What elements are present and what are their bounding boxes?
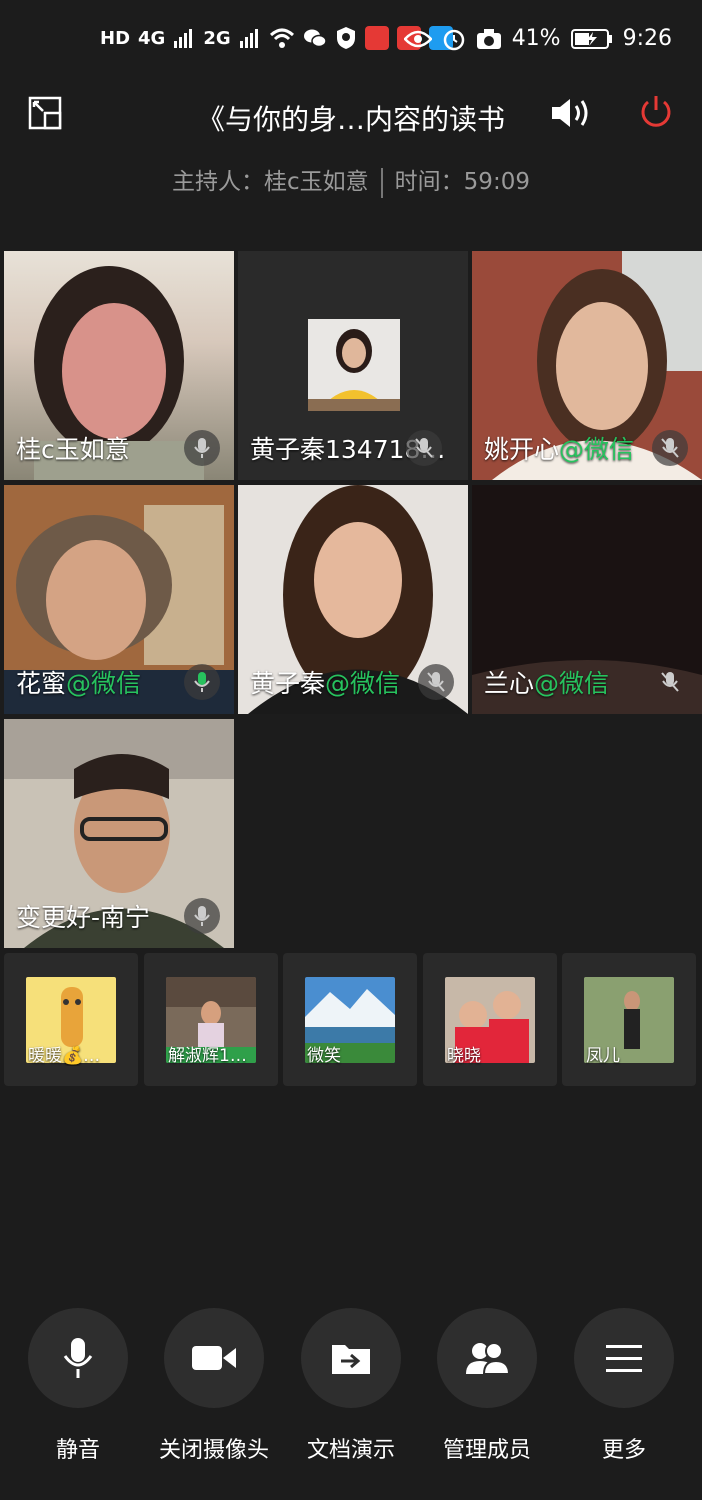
participant-thumbnail[interactable]: 凤儿 (562, 953, 696, 1086)
more-button-circle[interactable] (574, 1308, 674, 1408)
participant-tile[interactable]: 桂c玉如意 (4, 251, 234, 480)
signal-2g: 2G (203, 27, 231, 49)
participant-thumbnail[interactable]: 微笑 (283, 953, 417, 1086)
more-button[interactable]: 更多 (554, 1308, 694, 1464)
microphone-icon (63, 1338, 93, 1378)
eye-icon (403, 30, 432, 47)
meeting-timer: 时间：59:09 (394, 169, 530, 195)
microphone-muted-icon (652, 430, 688, 466)
share-document-icon (332, 1345, 370, 1374)
participant-name: 凤儿 (586, 1046, 620, 1066)
network-badge: HD (100, 27, 131, 49)
manage-members-button[interactable]: 管理成员 (417, 1308, 557, 1464)
meeting-controls: 静音 关闭摄像头 文档演示 管理成员 更多 (0, 1308, 702, 1468)
host-label: 主持人：桂c玉如意 (172, 169, 369, 195)
shield-icon (336, 27, 355, 49)
microphone-muted-icon (652, 664, 688, 700)
microphone-icon (184, 430, 220, 466)
participant-thumbnail[interactable]: 解淑辉1… (144, 953, 278, 1086)
signal-bars-icon (239, 29, 258, 48)
document-share-label: 文档演示 (306, 1438, 395, 1463)
red-app-icon (364, 26, 389, 50)
microphone-active-icon (184, 664, 220, 700)
participant-tile[interactable]: 黄子秦134718… (238, 251, 468, 480)
participant-name: 姚开心@微信 (484, 435, 635, 464)
mute-button-circle[interactable] (28, 1308, 128, 1408)
camera-icon (476, 28, 501, 49)
participant-tile[interactable]: 姚开心@微信 (472, 251, 702, 480)
wifi-icon (269, 28, 294, 48)
participant-tile[interactable]: 花蜜@微信 (4, 485, 234, 714)
meeting-top-bar: 《与你的身…内容的读书 (0, 88, 702, 148)
participant-name: 解淑辉1… (168, 1046, 247, 1066)
leave-meeting-power-icon[interactable] (638, 94, 674, 130)
participant-name: 黄子秦@微信 (250, 669, 401, 698)
participant-name: 变更好-南宁 (16, 903, 151, 932)
mute-button[interactable]: 静音 (8, 1308, 148, 1464)
document-share-button[interactable]: 文档演示 (281, 1308, 421, 1464)
stop-camera-button-circle[interactable] (164, 1308, 264, 1408)
microphone-muted-icon (418, 664, 454, 700)
participant-tile[interactable]: 变更好-南宁 (4, 719, 234, 948)
battery-percent: 41% (511, 26, 561, 51)
stop-camera-button[interactable]: 关闭摄像头 (144, 1308, 284, 1464)
participant-avatar (308, 319, 400, 411)
stop-camera-label: 关闭摄像头 (158, 1438, 269, 1463)
audio-participants-row: 暖暖💰… 解淑辉1… 微笑 晓晓 凤儿 (4, 953, 700, 1086)
clock-time: 9:26 (622, 26, 672, 51)
video-camera-icon (192, 1346, 236, 1370)
participant-name: 花蜜@微信 (16, 669, 142, 698)
menu-icon (606, 1345, 642, 1372)
signal-4g: 4G (138, 27, 166, 49)
participant-name: 桂c玉如意 (16, 435, 130, 464)
status-icons-right: 41% 9:26 (403, 26, 672, 51)
signal-bars-icon (174, 29, 193, 48)
microphone-muted-icon (406, 430, 442, 466)
more-label: 更多 (601, 1438, 646, 1463)
members-icon (466, 1342, 510, 1375)
participant-name: 暖暖💰… (28, 1046, 101, 1066)
status-icons-left: HD 4G 2G (100, 26, 453, 50)
mute-label: 静音 (55, 1438, 100, 1463)
participant-thumbnail[interactable]: 暖暖💰… (4, 953, 138, 1086)
wechat-icon (303, 29, 327, 48)
participant-thumbnail[interactable]: 晓晓 (423, 953, 557, 1086)
microphone-icon (184, 898, 220, 934)
document-share-button-circle[interactable] (301, 1308, 401, 1408)
manage-members-button-circle[interactable] (437, 1308, 537, 1408)
status-bar: HD 4G 2G 41% 9:26 (0, 0, 702, 80)
battery-charging-icon (570, 28, 612, 49)
meeting-info-line: 主持人：桂c玉如意 时间：59:09 (0, 162, 702, 198)
participant-tile[interactable]: 兰心@微信 (472, 485, 702, 714)
meeting-title: 《与你的身…内容的读书 (196, 103, 505, 136)
participant-name: 兰心@微信 (484, 669, 610, 698)
participant-name: 微笑 (307, 1046, 341, 1066)
participant-name: 晓晓 (447, 1046, 481, 1066)
manage-members-label: 管理成员 (442, 1438, 531, 1463)
participant-tile[interactable]: 黄子秦@微信 (238, 485, 468, 714)
alarm-icon (443, 29, 464, 50)
divider (380, 167, 383, 198)
speaker-icon[interactable] (550, 96, 594, 130)
